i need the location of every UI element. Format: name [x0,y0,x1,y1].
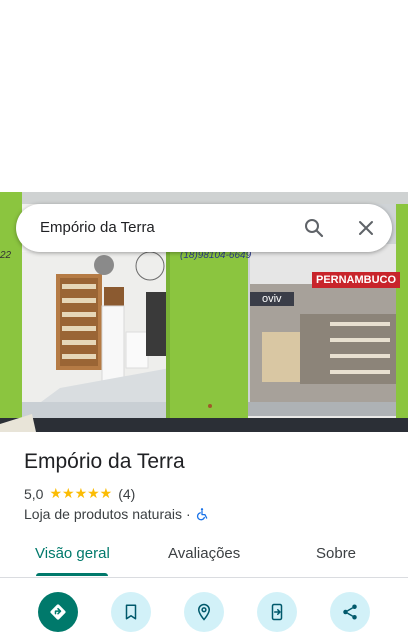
search-input[interactable]: Empório da Terra [40,219,155,236]
rating-value: 5,0 [24,485,44,502]
star-rating-icon: ★★★★★ [49,485,113,501]
save-button[interactable] [111,592,151,632]
tab-about[interactable]: Sobre [316,545,356,562]
place-tabs: Visão geral Avaliações Sobre [0,532,408,578]
bookmark-icon [122,603,140,621]
tab-reviews[interactable]: Avaliações [168,545,240,562]
search-bar[interactable]: Empório da Terra [16,204,392,252]
place-title: Empório da Terra [24,450,185,473]
close-icon[interactable] [354,216,378,240]
send-to-phone-button[interactable] [257,592,297,632]
rating-row[interactable]: 5,0 ★★★★★ (4) [24,485,135,502]
active-tab-indicator [36,573,108,576]
share-icon [341,603,359,621]
place-category: Loja de produtos naturais [24,506,182,522]
photo-wall-number: 22 [0,250,12,261]
photo-store-sign: PERNAMBUCO [312,272,401,288]
tab-overview[interactable]: Visão geral [35,545,110,562]
send-to-phone-icon [268,603,286,621]
wheelchair-icon [195,507,209,521]
separator: · [186,506,191,522]
photo-shop-sign: oviv [250,292,294,306]
review-count[interactable]: (4) [118,486,135,502]
category-row: Loja de produtos naturais · [24,506,209,522]
share-button[interactable] [330,592,370,632]
directions-icon [48,602,68,622]
map-blank-area [0,0,408,192]
search-icon[interactable] [302,216,326,240]
nearby-icon [195,603,213,621]
directions-button[interactable] [38,592,78,632]
nearby-button[interactable] [184,592,224,632]
